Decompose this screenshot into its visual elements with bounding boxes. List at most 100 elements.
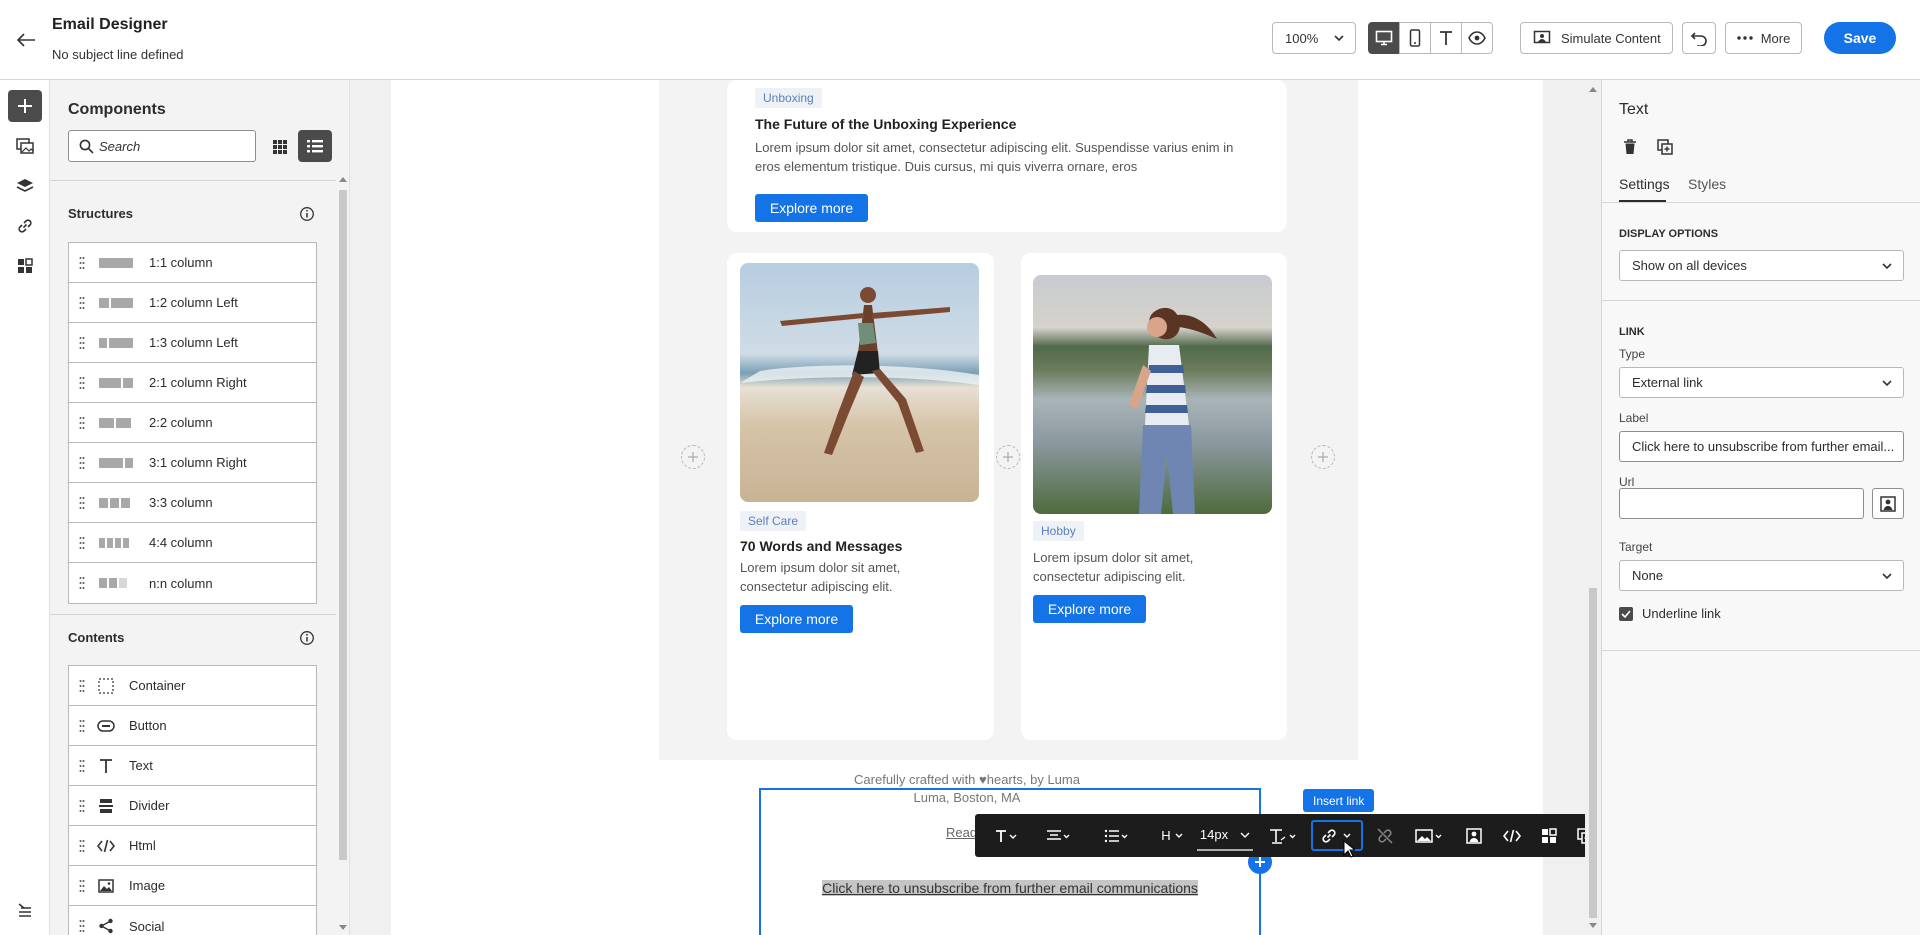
structure-item[interactable]: 1:2 column Left <box>69 283 316 323</box>
button-icon <box>97 718 115 734</box>
add-column-handle[interactable] <box>681 445 705 469</box>
selected-text-block[interactable]: Read this email online Click here to uns… <box>759 788 1261 935</box>
mobile-icon <box>1409 29 1421 47</box>
assets-button[interactable] <box>8 130 42 162</box>
canvas-scroll-thumb[interactable] <box>1589 588 1597 918</box>
fragment-button[interactable] <box>1536 820 1562 851</box>
fragments-button[interactable] <box>8 250 42 282</box>
align-button[interactable] <box>1041 820 1075 851</box>
layers-button[interactable] <box>8 170 42 202</box>
structure-item[interactable]: 2:2 column <box>69 403 316 443</box>
save-button[interactable]: Save <box>1824 22 1896 54</box>
link-type-select[interactable]: External link <box>1619 367 1904 398</box>
panel-scrollbar[interactable] <box>336 80 349 935</box>
heading-button[interactable]: H <box>1157 820 1187 851</box>
canvas-scrollbar[interactable] <box>1585 80 1601 935</box>
info-icon[interactable] <box>299 630 315 646</box>
content-item-social[interactable]: Social <box>69 906 316 935</box>
category-tag: Unboxing <box>755 88 822 108</box>
code-icon <box>1503 829 1521 842</box>
drag-handle-icon <box>79 537 85 549</box>
undo-icon <box>1690 32 1707 46</box>
structure-item[interactable]: 3:1 column Right <box>69 443 316 483</box>
content-item-button[interactable]: Button <box>69 706 316 746</box>
links-button[interactable] <box>8 210 42 242</box>
list-view-button[interactable] <box>298 130 332 162</box>
add-column-handle[interactable] <box>1311 445 1335 469</box>
divider-icon <box>97 798 115 814</box>
content-item-container[interactable]: Container <box>69 666 316 706</box>
unlink-button[interactable] <box>1370 820 1400 851</box>
content-item-divider[interactable]: Divider <box>69 786 316 826</box>
link-label-input[interactable]: Click here to unsubscribe from further e… <box>1619 431 1904 462</box>
scroll-up-icon[interactable] <box>339 176 347 182</box>
text-view-button[interactable] <box>1430 22 1462 54</box>
desktop-view-button[interactable] <box>1368 22 1400 54</box>
explore-more-button[interactable]: Explore more <box>1033 595 1146 623</box>
scroll-down-icon[interactable] <box>1589 923 1597 929</box>
add-column-handle[interactable] <box>996 445 1020 469</box>
structure-label: 2:2 column <box>149 415 213 430</box>
info-icon[interactable] <box>299 206 315 222</box>
unsubscribe-link[interactable]: Click here to unsubscribe from further e… <box>761 880 1259 896</box>
footer-crafted-text: Carefully crafted with ♥hearts, by Luma <box>854 772 1080 787</box>
delete-component-button[interactable] <box>1618 135 1642 159</box>
article-text: Lorem ipsum dolor sit amet, consectetur … <box>1033 550 1194 584</box>
mouse-cursor-icon <box>1343 840 1355 858</box>
plus-icon <box>688 452 698 462</box>
search-input[interactable]: Search <box>68 130 256 162</box>
arrow-left-icon <box>16 33 35 47</box>
structure-item[interactable]: 1:3 column Left <box>69 323 316 363</box>
article-card-self-care[interactable]: Self Care 70 Words and Messages Lorem ip… <box>727 253 994 740</box>
content-item-html[interactable]: Html <box>69 826 316 866</box>
share-icon <box>97 918 115 934</box>
tab-styles[interactable]: Styles <box>1688 176 1726 192</box>
scroll-up-icon[interactable] <box>1589 86 1597 92</box>
structure-label: 2:1 column Right <box>149 375 247 390</box>
display-options-select[interactable]: Show on all devices <box>1619 250 1904 281</box>
list-button[interactable] <box>1099 820 1133 851</box>
mobile-view-button[interactable] <box>1399 22 1431 54</box>
insert-image-button[interactable] <box>1411 820 1447 851</box>
subject-line: No subject line defined <box>52 47 184 62</box>
tab-settings[interactable]: Settings <box>1619 176 1670 192</box>
underline-link-checkbox[interactable] <box>1619 607 1633 621</box>
preview-button[interactable] <box>1461 22 1493 54</box>
explore-more-button[interactable]: Explore more <box>740 605 853 633</box>
chevron-down-icon <box>1334 35 1344 42</box>
content-item-image[interactable]: Image <box>69 866 316 906</box>
undo-button[interactable] <box>1682 22 1716 54</box>
structure-item[interactable]: 3:3 column <box>69 483 316 523</box>
duplicate-component-button[interactable] <box>1653 135 1677 159</box>
url-label: Url <box>1619 475 1635 489</box>
add-components-button[interactable] <box>8 90 42 122</box>
more-button[interactable]: More <box>1725 22 1802 54</box>
structures-heading: Structures <box>68 206 134 221</box>
panel-scroll-thumb[interactable] <box>339 190 347 860</box>
font-size-select[interactable]: 14px <box>1197 820 1253 851</box>
clear-format-button[interactable] <box>1265 820 1301 851</box>
structure-item[interactable]: 1:1 column <box>69 243 316 283</box>
zoom-select[interactable]: 100% <box>1272 22 1356 54</box>
source-code-button[interactable] <box>1499 820 1525 851</box>
simulate-content-button[interactable]: Simulate Content <box>1520 22 1673 54</box>
explore-more-button[interactable]: Explore more <box>755 194 868 222</box>
article-card[interactable]: Unboxing The Future of the Unboxing Expe… <box>727 80 1287 232</box>
structure-item[interactable]: 2:1 column Right <box>69 363 316 403</box>
url-personalize-button[interactable] <box>1872 488 1904 519</box>
target-select[interactable]: None <box>1619 560 1904 591</box>
structure-item[interactable]: 4:4 column <box>69 523 316 563</box>
article-card-hobby[interactable]: Hobby Lorem ipsum dolor sit amet, consec… <box>1021 253 1287 740</box>
text-style-button[interactable] <box>989 820 1023 851</box>
drag-handle-icon <box>79 497 85 509</box>
insert-link-button[interactable] <box>1311 820 1363 851</box>
divider <box>1602 650 1920 651</box>
content-item-text[interactable]: Text <box>69 746 316 786</box>
grid-view-button[interactable] <box>266 133 294 161</box>
back-button[interactable] <box>12 26 40 54</box>
settings-layers-button[interactable] <box>8 894 42 926</box>
structure-item[interactable]: n:n column <box>69 563 316 603</box>
personalize-button[interactable] <box>1461 820 1487 851</box>
url-input[interactable] <box>1619 488 1864 519</box>
scroll-down-icon[interactable] <box>339 925 347 931</box>
